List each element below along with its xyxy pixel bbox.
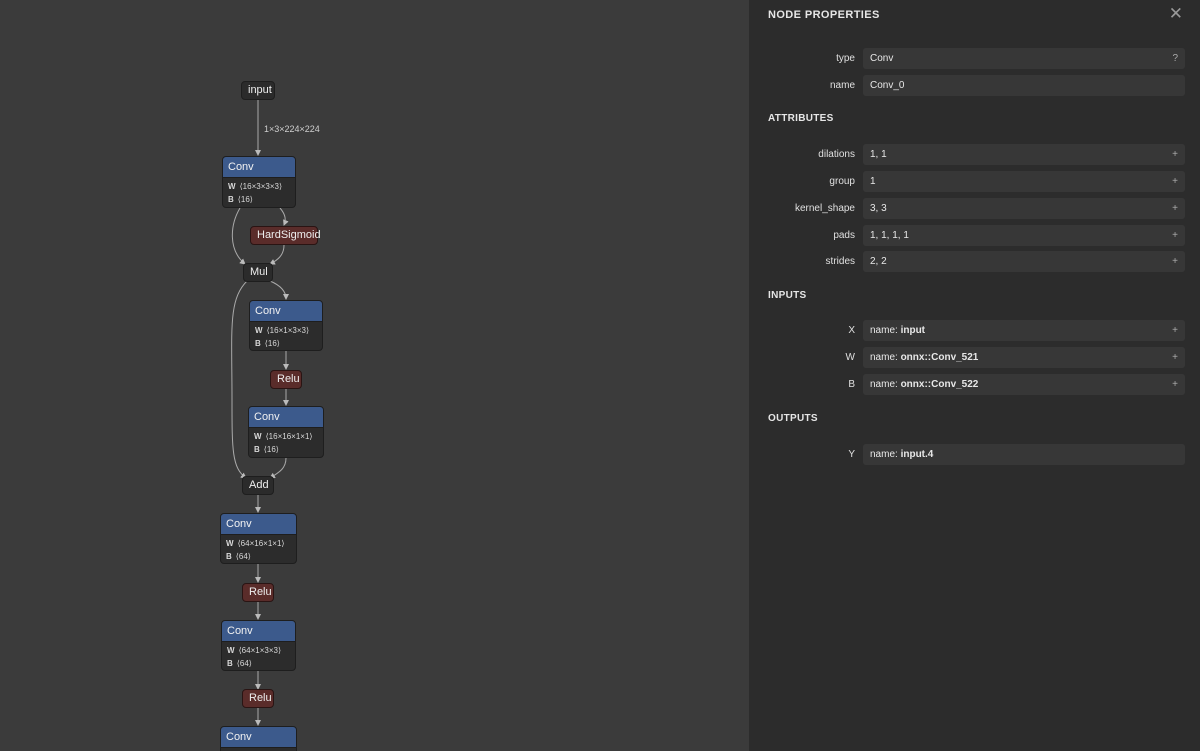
node-weight: W ⟨64×1×3×3⟩ (227, 646, 282, 655)
node-bias: B ⟨16⟩ (228, 195, 253, 204)
prop-value: 1, 1 + (863, 144, 1185, 165)
edge (279, 207, 289, 226)
prop-value: name: input.4 (863, 444, 1185, 465)
attr-dilations: dilations 1, 1 + (749, 144, 1200, 165)
node-conv[interactable]: Conv W ⟨64×1×3×3⟩ B ⟨64⟩ (221, 620, 296, 671)
node-weight: W ⟨64×16×1×1⟩ (226, 539, 285, 548)
node-weight: W ⟨16×16×1×1⟩ (254, 432, 313, 441)
node-title: Conv (249, 407, 323, 428)
input-b: B name: onnx::Conv_522 + (749, 374, 1200, 395)
node-title: Conv (221, 514, 296, 535)
node-bias: B ⟨16⟩ (254, 445, 279, 454)
prop-value: 3, 3 + (863, 198, 1185, 219)
output-y: Y name: input.4 (749, 444, 1200, 465)
prop-label: X (848, 325, 855, 336)
node-label: Relu (277, 373, 300, 385)
node-weight: W ⟨16×1×3×3⟩ (255, 326, 310, 335)
prop-label: strides (825, 256, 855, 267)
help-button[interactable]: ? (1172, 48, 1178, 69)
node-bias: B ⟨16⟩ (255, 339, 280, 348)
graph-edges (231, 100, 289, 726)
node-label: Add (249, 479, 269, 491)
prop-label: B (848, 379, 855, 390)
panel-title: NODE PROPERTIES (768, 9, 880, 21)
node-label: Relu (249, 586, 272, 598)
node-label: Mul (250, 266, 268, 278)
prop-label: W (845, 352, 855, 363)
prop-label: group (829, 176, 855, 187)
expand-button[interactable]: + (1172, 320, 1178, 341)
edge (269, 280, 289, 300)
expand-button[interactable]: + (1172, 347, 1178, 368)
node-conv[interactable]: Conv W ⟨16×3×3×3⟩ B ⟨16⟩ (222, 156, 296, 208)
expand-button[interactable]: + (1172, 225, 1178, 246)
expand-button[interactable]: + (1172, 144, 1178, 165)
node-label: Relu (249, 692, 272, 704)
node-label: input (248, 84, 272, 96)
node-relu[interactable]: Relu (242, 689, 274, 708)
edge-shape-label: 1×3×224×224 (264, 124, 320, 134)
node-relu[interactable]: Relu (242, 583, 274, 602)
prop-value: 1 + (863, 171, 1185, 192)
edge (269, 457, 287, 479)
edge (269, 244, 285, 265)
prop-label: Y (848, 449, 855, 460)
node-bias: B ⟨64⟩ (227, 659, 252, 668)
node-conv[interactable]: Conv W ⟨64×16×1×1⟩ B ⟨64⟩ (220, 513, 297, 564)
expand-button[interactable]: + (1172, 374, 1178, 395)
prop-label: name (829, 80, 855, 91)
prop-type: type Conv ? (749, 48, 1200, 69)
edge (231, 280, 248, 479)
node-title: Conv (223, 157, 295, 178)
section-inputs: INPUTS (768, 290, 807, 301)
prop-label: type (836, 53, 855, 64)
node-title: Conv (221, 727, 296, 748)
section-outputs: OUTPUTS (768, 413, 818, 424)
node-conv[interactable]: Conv W ⟨16×16×1×1⟩ B ⟨16⟩ (248, 406, 324, 458)
prop-value: name: input + (863, 320, 1185, 341)
node-label: HardSigmoid (257, 229, 321, 241)
attr-pads: pads 1, 1, 1, 1 + (749, 225, 1200, 246)
node-add[interactable]: Add (242, 476, 274, 495)
node-conv[interactable]: Conv (220, 726, 297, 751)
node-relu[interactable]: Relu (270, 370, 302, 389)
prop-value: Conv_0 (863, 75, 1185, 96)
node-input[interactable]: input (241, 81, 275, 100)
node-mul[interactable]: Mul (243, 263, 273, 282)
expand-button[interactable]: + (1172, 198, 1178, 219)
node-conv[interactable]: Conv W ⟨16×1×3×3⟩ B ⟨16⟩ (249, 300, 323, 351)
prop-name: name Conv_0 (749, 75, 1200, 96)
graph-canvas[interactable]: input 1×3×224×224 Conv W ⟨16×3×3×3⟩ B ⟨16⟩… (0, 0, 749, 751)
prop-value: Conv ? (863, 48, 1185, 69)
attr-kernel-shape: kernel_shape 3, 3 + (749, 198, 1200, 219)
prop-label: pads (833, 230, 855, 241)
prop-label: dilations (818, 149, 855, 160)
edge (231, 207, 246, 265)
section-attributes: ATTRIBUTES (768, 113, 834, 124)
prop-value: 1, 1, 1, 1 + (863, 225, 1185, 246)
attr-strides: strides 2, 2 + (749, 251, 1200, 272)
node-bias: B ⟨64⟩ (226, 552, 251, 561)
node-weight: W ⟨16×3×3×3⟩ (228, 182, 283, 191)
close-icon[interactable]: ✕ (1169, 4, 1183, 24)
input-x: X name: input + (749, 320, 1200, 341)
expand-button[interactable]: + (1172, 251, 1178, 272)
node-hardsigmoid[interactable]: HardSigmoid (250, 226, 321, 245)
node-properties-panel: NODE PROPERTIES ✕ type Conv ? name Conv_… (749, 0, 1200, 751)
attr-group: group 1 + (749, 171, 1200, 192)
node-title: Conv (250, 301, 322, 322)
node-title: Conv (222, 621, 295, 642)
input-w: W name: onnx::Conv_521 + (749, 347, 1200, 368)
prop-label: kernel_shape (794, 203, 855, 214)
expand-button[interactable]: + (1172, 171, 1178, 192)
prop-value: 2, 2 + (863, 251, 1185, 272)
prop-value: name: onnx::Conv_522 + (863, 374, 1185, 395)
prop-value: name: onnx::Conv_521 + (863, 347, 1185, 368)
